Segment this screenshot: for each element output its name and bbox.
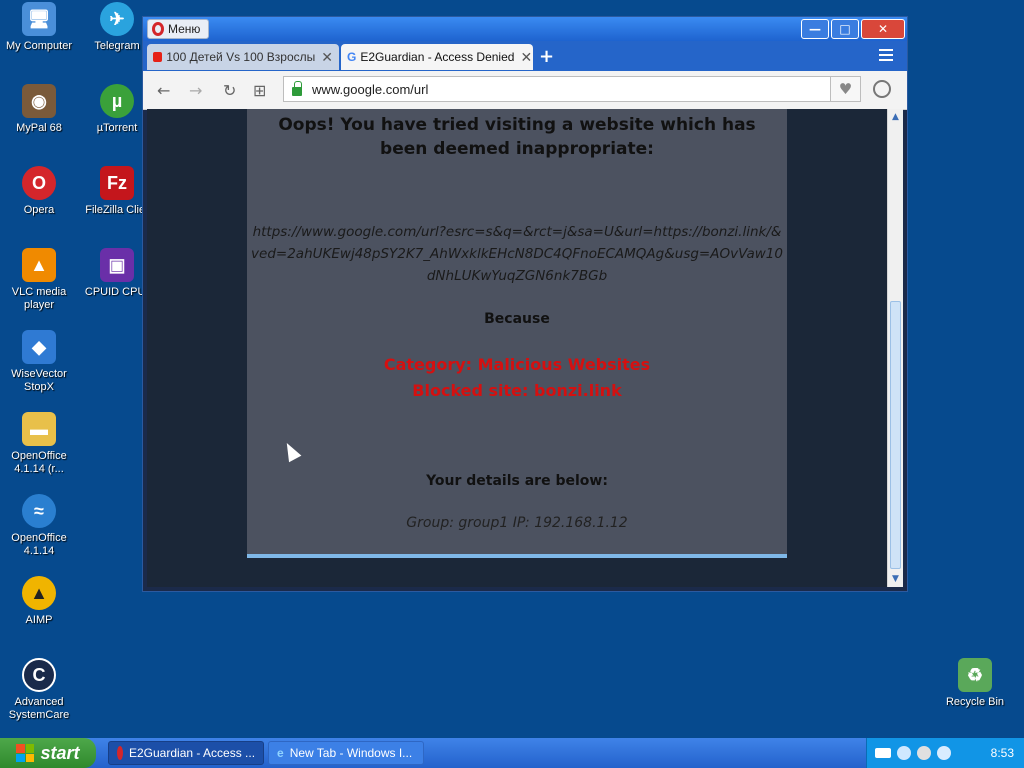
openoffice-icon: ≈: [22, 494, 56, 528]
taskbar: start E2Guardian - Access ... e New Tab …: [0, 738, 1024, 768]
back-button[interactable]: ←: [157, 81, 170, 100]
blocked-site: Blocked site: bonzi.link: [412, 381, 622, 400]
because-label: Because: [484, 311, 550, 327]
desktop-icon-label: AIMP: [25, 614, 53, 626]
details-heading: Your details are below:: [426, 473, 608, 489]
title-bar[interactable]: Меню — □ ✕: [143, 17, 907, 41]
new-tab-button[interactable]: +: [539, 46, 554, 67]
blocked-page-panel: Oops! You have tried visiting a website …: [247, 109, 787, 558]
page-viewport: Oops! You have tried visiting a website …: [147, 109, 887, 587]
wisevector-icon: ◆: [22, 330, 56, 364]
system-tray: 8:53: [866, 738, 1024, 768]
tab-close-button[interactable]: ✕: [315, 49, 333, 66]
blocked-url: https://www.google.com/url?esrc=s&q=&rct…: [251, 224, 783, 284]
windows-flag-icon: [16, 744, 35, 762]
navigation-toolbar: ← → ↻ ⊞ www.google.com/url ♥: [143, 71, 907, 110]
scrollbar-thumb[interactable]: [890, 301, 901, 569]
forward-button[interactable]: →: [189, 81, 202, 100]
opera-menu-button[interactable]: Меню: [147, 19, 210, 39]
start-button[interactable]: start: [0, 738, 96, 768]
tray-arrow-icon[interactable]: [897, 746, 911, 760]
tab-close-button[interactable]: ✕: [514, 49, 532, 66]
telegram-icon: ✈: [100, 2, 134, 36]
desktop-icon-label: OpenOffice 4.1.14 (r...: [11, 450, 67, 475]
desktop-icon-label: WiseVector StopX: [11, 368, 67, 393]
tab-title: E2Guardian - Access Denied: [360, 50, 515, 64]
recycle-bin-icon: ♻: [958, 658, 992, 692]
taskbar-item-label: New Tab - Windows I...: [289, 746, 413, 760]
advanced-systemcare-icon: C: [22, 658, 56, 692]
desktop-icon-label: My Computer: [5, 40, 73, 52]
maximize-button[interactable]: □: [831, 19, 859, 39]
desktop-icon-aimp[interactable]: ▲ AIMP: [0, 576, 78, 627]
desktop-icon-label: Opera: [23, 204, 55, 216]
address-bar[interactable]: www.google.com/url: [283, 76, 831, 102]
lock-icon: [292, 80, 302, 96]
taskbar-item-opera[interactable]: E2Guardian - Access ...: [108, 741, 264, 765]
vlc-icon: ▲: [22, 248, 56, 282]
desktop-icon-mypal[interactable]: ◉ MyPal 68: [0, 84, 78, 135]
user-details: Group: group1 IP: 192.168.1.12: [406, 515, 628, 531]
opera-icon: O: [22, 166, 56, 200]
tab-title: 100 Детей Vs 100 Взрослы: [166, 50, 316, 64]
url-text: www.google.com/url: [312, 81, 429, 97]
network-icon[interactable]: [917, 746, 931, 760]
google-icon: G: [347, 50, 357, 64]
desktop-icon-wisevector[interactable]: ◆ WiseVector StopX: [0, 330, 78, 394]
cpuid-icon: ▣: [100, 248, 134, 282]
taskbar-item-label: E2Guardian - Access ...: [129, 746, 256, 760]
tab-e2guardian[interactable]: G E2Guardian - Access Denied ✕: [341, 44, 533, 70]
desktop-icon-label: MyPal 68: [16, 122, 62, 134]
scroll-down-arrow-icon[interactable]: ▼: [888, 571, 903, 587]
close-window-button[interactable]: ✕: [861, 19, 905, 39]
tab-youtube[interactable]: 100 Детей Vs 100 Взрослы ✕: [147, 44, 339, 70]
ie-icon: e: [277, 746, 284, 760]
desktop-icon-label: Advanced SystemCare: [8, 696, 70, 721]
opera-icon: [117, 746, 123, 760]
bookmark-heart-button[interactable]: ♥: [831, 76, 861, 102]
desktop-icon-label: OpenOffice 4.1.14: [11, 532, 67, 557]
scroll-up-arrow-icon[interactable]: ▲: [888, 109, 903, 125]
start-label: start: [40, 742, 80, 763]
desktop-icon-my-computer[interactable]: 🖥 My Computer: [0, 2, 78, 53]
desktop-icon-recycle-bin[interactable]: ♻ Recycle Bin: [936, 658, 1014, 709]
desktop-icon-openoffice-folder[interactable]: ▬ OpenOffice 4.1.14 (r...: [0, 412, 78, 476]
my-computer-icon: 🖥: [22, 2, 56, 36]
apps-grid-button[interactable]: ⊞: [253, 81, 266, 100]
desktop-icon-label: VLC media player: [11, 286, 67, 311]
block-category: Category: Malicious Websites: [383, 355, 651, 374]
desktop-icon-opera[interactable]: O Opera: [0, 166, 78, 217]
folder-icon: ▬: [22, 412, 56, 446]
reload-button[interactable]: ↻: [223, 81, 236, 100]
volume-icon[interactable]: [937, 746, 951, 760]
aimp-icon: ▲: [22, 576, 56, 610]
block-heading: Oops! You have tried visiting a website …: [278, 115, 756, 159]
utorrent-icon: µ: [100, 84, 134, 118]
tab-bar: 100 Детей Vs 100 Взрослы ✕ G E2Guardian …: [143, 41, 907, 71]
clock: 8:53: [990, 746, 1014, 760]
opera-logo-icon: [152, 22, 164, 36]
browser-window: Меню — □ ✕ 100 Детей Vs 100 Взрослы ✕ G …: [142, 16, 908, 592]
profile-icon[interactable]: [873, 80, 891, 98]
taskbar-item-ie[interactable]: e New Tab - Windows I...: [268, 741, 424, 765]
desktop-icon-label: Recycle Bin: [945, 696, 1005, 708]
youtube-icon: [153, 52, 163, 62]
desktop-icon-vlc[interactable]: ▲ VLC media player: [0, 248, 78, 312]
filezilla-icon: Fz: [100, 166, 134, 200]
mypal-icon: ◉: [22, 84, 56, 118]
tab-menu-icon[interactable]: [879, 49, 893, 64]
minimize-button[interactable]: —: [801, 19, 829, 39]
desktop-icon-openoffice[interactable]: ≈ OpenOffice 4.1.14: [0, 494, 78, 558]
keyboard-icon[interactable]: [875, 748, 891, 758]
vertical-scrollbar[interactable]: ▲ ▼: [887, 109, 903, 587]
menu-label: Меню: [168, 22, 201, 36]
desktop-icon-advanced-systemcare[interactable]: C Advanced SystemCare: [0, 658, 78, 722]
